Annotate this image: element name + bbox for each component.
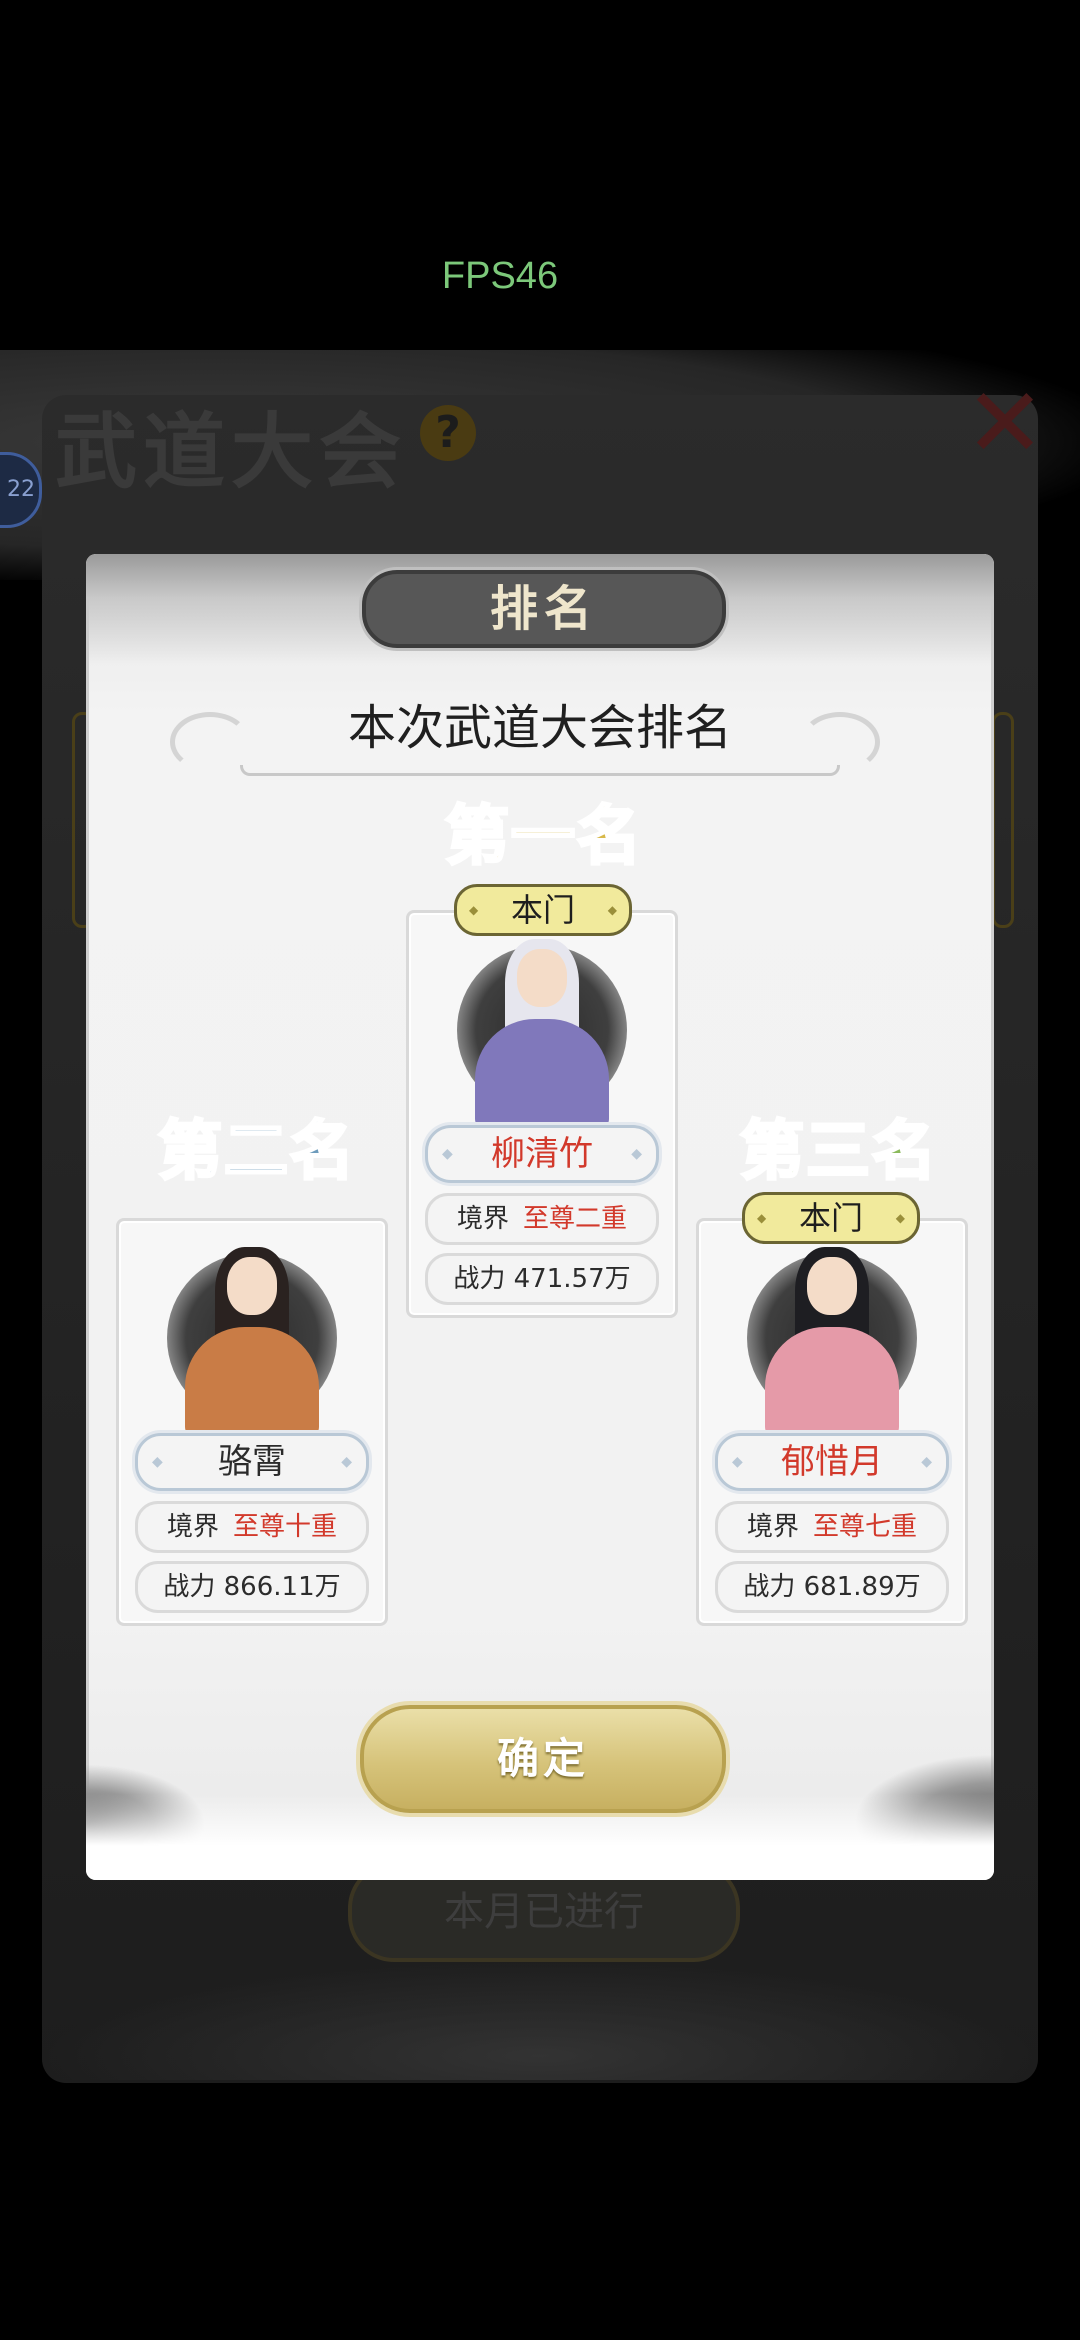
character-face — [517, 949, 567, 1007]
character-robe — [475, 1019, 609, 1129]
player-card-first[interactable]: 柳清竹 境界至尊二重 战力 471.57万 — [406, 910, 678, 1318]
rank-label-second: 第二名 — [157, 1113, 356, 1191]
player-power: 战力 866.11万 — [135, 1561, 369, 1613]
background-title: 武道大会 — [55, 404, 408, 500]
realm-label: 境界 — [746, 1512, 799, 1542]
player-portrait — [145, 1235, 359, 1441]
confirm-button[interactable]: 确定 — [360, 1705, 726, 1813]
realm-label: 境界 — [166, 1512, 219, 1542]
character-robe — [765, 1327, 899, 1437]
player-power: 战力 681.89万 — [715, 1561, 949, 1613]
ranking-heading: 本次武道大会排名 — [240, 690, 840, 776]
character-face — [807, 1257, 857, 1315]
sect-tag-third: 本门 — [742, 1192, 920, 1244]
popup-title-tab: 排名 — [362, 570, 726, 648]
player-name: 郁惜月 — [715, 1433, 949, 1491]
rank-label-third: 第三名 — [739, 1113, 938, 1191]
player-realm: 境界 至尊二重 — [425, 1193, 659, 1245]
player-realm: 境界 至尊十重 — [135, 1501, 369, 1553]
banner-curl-left — [170, 712, 250, 772]
fps-counter: FPS46 — [441, 255, 559, 297]
player-power: 战力 471.57万 — [425, 1253, 659, 1305]
character-robe — [185, 1327, 319, 1437]
realm-value: 至尊十重 — [233, 1512, 338, 1542]
player-card-second[interactable]: 骆霄 境界至尊十重 战力 866.11万 — [116, 1218, 388, 1626]
rank-label-first: 第一名 — [444, 798, 643, 876]
player-realm: 境界 至尊七重 — [715, 1501, 949, 1553]
close-icon[interactable]: ✕ — [960, 375, 1050, 471]
player-name: 柳清竹 — [425, 1125, 659, 1183]
player-portrait — [725, 1235, 939, 1441]
background-side-frame-right — [992, 712, 1014, 928]
player-name: 骆霄 — [135, 1433, 369, 1491]
player-portrait — [435, 927, 649, 1133]
character-face — [227, 1257, 277, 1315]
player-card-third[interactable]: 郁惜月 境界至尊七重 战力 681.89万 — [696, 1218, 968, 1626]
realm-value: 至尊二重 — [523, 1204, 628, 1234]
realm-value: 至尊七重 — [813, 1512, 918, 1542]
sect-tag-first: 本门 — [454, 884, 632, 936]
background-ink-shade — [42, 1960, 1038, 2080]
help-icon[interactable]: ? — [420, 405, 476, 461]
realm-label: 境界 — [456, 1204, 509, 1234]
